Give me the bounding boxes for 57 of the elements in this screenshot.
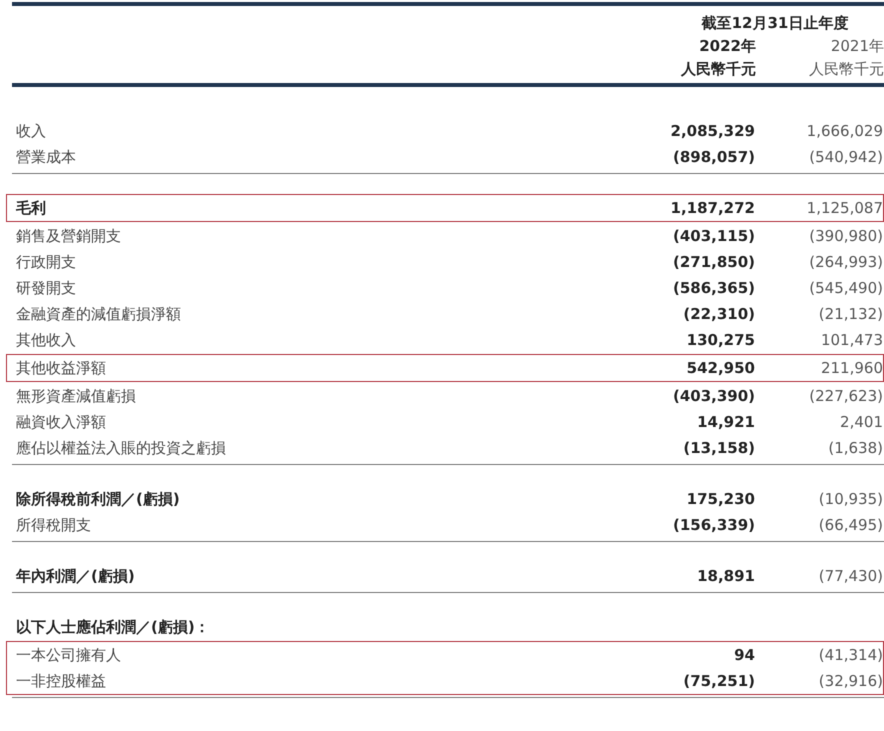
row-label: 營業成本 — [16, 148, 77, 166]
amount: (403,390) — [672, 387, 755, 405]
amount: (156,339) — [672, 516, 755, 534]
amount: (75,251) — [682, 672, 755, 690]
amount: (22,310) — [682, 305, 755, 323]
amount: 1,125,087 — [806, 199, 883, 217]
amount: (77,430) — [818, 567, 883, 585]
amount: (10,935) — [818, 490, 883, 508]
amount: 2,401 — [839, 413, 883, 431]
amount: 18,891 — [696, 567, 755, 585]
currency-heading: 人民幣千元 — [808, 60, 884, 79]
amount: (41,314) — [818, 646, 883, 664]
amount: 14,921 — [696, 413, 755, 431]
row-label: 其他收益淨額 — [16, 358, 107, 378]
amount: 211,960 — [820, 359, 883, 377]
row-label: 銷售及營銷開支 — [16, 226, 122, 246]
row-label: 研發開支 — [16, 278, 77, 298]
row-label: 毛利 — [16, 198, 47, 218]
row-label: 應佔以權益法入賬的投資之虧損 — [16, 438, 227, 458]
amount: (21,132) — [818, 305, 883, 323]
row-label: 金融資產的減值虧損淨額 — [16, 304, 182, 324]
year-heading: 2022年 — [698, 37, 756, 56]
amount: (403,115) — [672, 227, 755, 245]
row-label: 一本公司擁有人 — [16, 646, 122, 664]
row-label: 行政開支 — [16, 252, 77, 272]
row-label: 融資收入淨額 — [16, 412, 107, 432]
row-label: 除所得稅前利潤／(虧損) — [16, 490, 181, 508]
year-heading: 2021年 — [830, 37, 884, 56]
amount: (1,638) — [827, 439, 883, 457]
amount: (32,916) — [818, 672, 883, 690]
period-heading: 截至12月31日止年度 — [700, 14, 850, 33]
row-label: 以下人士應佔利潤／(虧損)： — [16, 618, 211, 636]
row-label: 一非控股權益 — [16, 672, 107, 690]
amount: (390,980) — [808, 227, 883, 245]
amount: 130,275 — [686, 331, 755, 349]
amount: 542,950 — [686, 359, 755, 377]
row-label: 其他收入 — [16, 330, 77, 350]
row-label: 收入 — [16, 122, 47, 140]
row-label: 年內利潤／(虧損) — [16, 566, 136, 586]
amount: (271,850) — [672, 253, 755, 271]
amount: (13,158) — [682, 439, 755, 457]
amount: 1,187,272 — [670, 199, 755, 217]
row-label: 無形資產減值虧損 — [16, 386, 137, 406]
amount: (540,942) — [808, 148, 883, 166]
amount: (227,623) — [808, 387, 883, 405]
amount: 94 — [733, 646, 755, 664]
row-label: 所得稅開支 — [16, 516, 92, 534]
amount: (586,365) — [672, 279, 755, 297]
amount: 2,085,329 — [670, 122, 755, 140]
amount: (545,490) — [808, 279, 883, 297]
amount: 1,666,029 — [806, 122, 883, 140]
amount: 175,230 — [686, 490, 755, 508]
amount: 101,473 — [820, 331, 883, 349]
currency-heading: 人民幣千元 — [680, 60, 756, 79]
amount: (264,993) — [808, 253, 883, 271]
amount: (898,057) — [672, 148, 755, 166]
amount: (66,495) — [818, 516, 883, 534]
